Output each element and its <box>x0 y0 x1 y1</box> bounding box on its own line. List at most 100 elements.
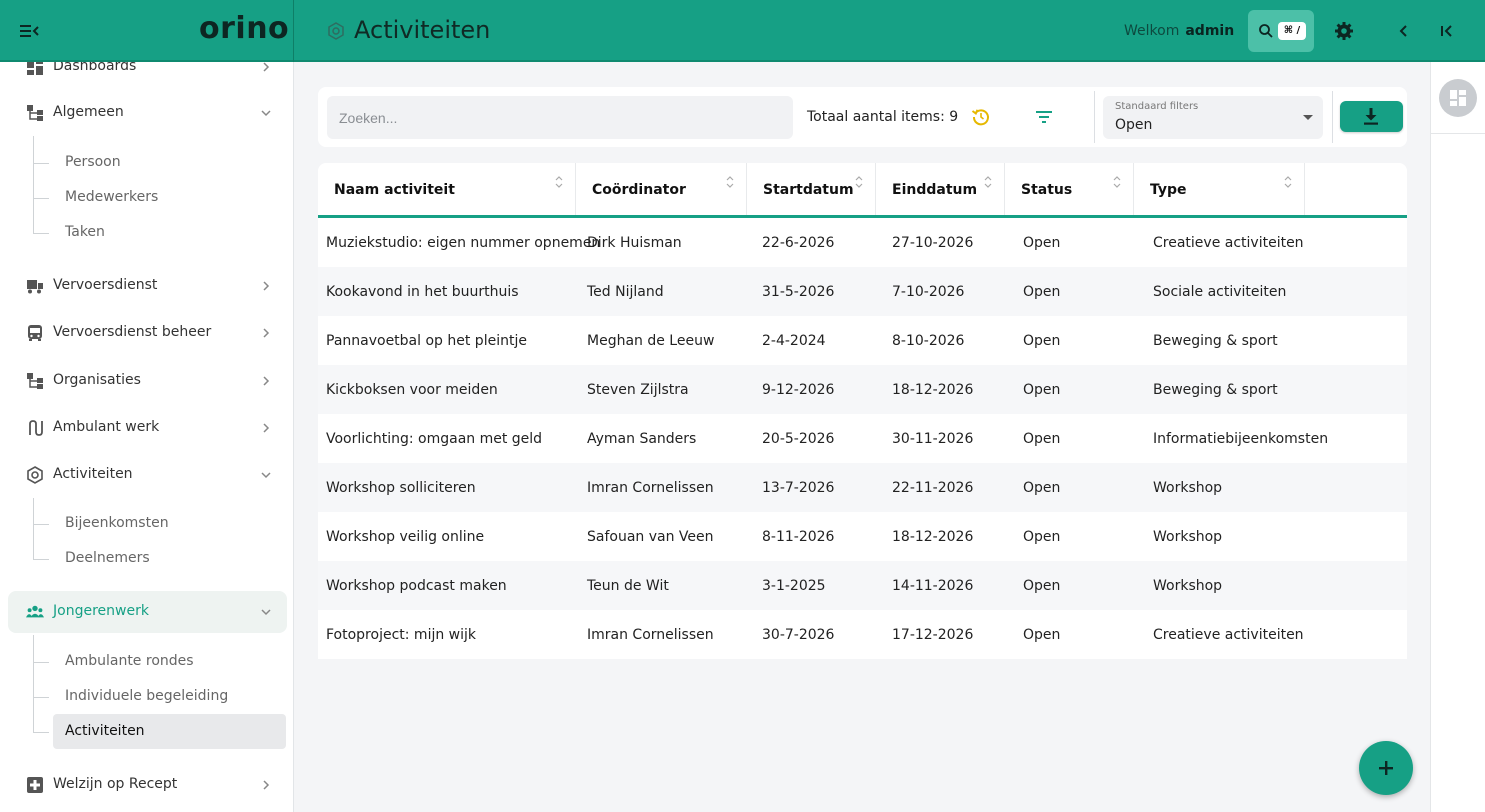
filter-icon[interactable] <box>1035 109 1053 125</box>
column-header-coordinator[interactable]: Coördinator <box>576 163 747 215</box>
sidebar-subitem-activiteiten[interactable]: Activiteiten <box>53 714 286 749</box>
cell-startdatum: 30-7-2026 <box>762 627 835 643</box>
sidebar-subitem-individuele-begeleiding[interactable]: Individuele begeleiding <box>53 679 286 714</box>
table-row[interactable]: Workshop veilig online Safouan van Veen … <box>318 512 1407 561</box>
sort-icon[interactable] <box>1284 175 1292 189</box>
table-row[interactable]: Kookavond in het buurthuis Ted Nijland 3… <box>318 267 1407 316</box>
column-header-label: Startdatum <box>763 182 854 198</box>
column-header-einddatum[interactable]: Einddatum <box>876 163 1005 215</box>
sidebar-subitem-taken[interactable]: Taken <box>53 215 286 250</box>
table-row[interactable]: Workshop podcast maken Teun de Wit 3-1-2… <box>318 561 1407 610</box>
collapse-panel-icon[interactable] <box>1439 23 1455 39</box>
export-button[interactable] <box>1340 101 1403 132</box>
cell-startdatum: 8-11-2026 <box>762 529 835 545</box>
table-row[interactable]: Fotoproject: mijn wijk Imran Cornelissen… <box>318 610 1407 659</box>
cell-naam: Muziekstudio: eigen nummer opnemen <box>326 235 601 251</box>
route-icon <box>29 420 43 436</box>
chevron-down-icon <box>261 110 271 117</box>
cell-type: Creatieve activiteiten <box>1153 627 1304 643</box>
chevron-right-icon <box>263 423 270 433</box>
dropdown-arrow-icon <box>1303 115 1313 120</box>
column-header-label: Einddatum <box>892 182 978 198</box>
sidebar-item-vervoersdienst-beheer[interactable]: Vervoersdienst beheer <box>8 312 287 354</box>
sort-icon[interactable] <box>555 175 563 189</box>
search-input[interactable] <box>327 96 793 139</box>
sort-icon[interactable] <box>1113 175 1121 189</box>
sidebar-item-ambulant-werk[interactable]: Ambulant werk <box>8 407 287 449</box>
sort-icon[interactable] <box>726 175 734 189</box>
tree-line <box>33 198 49 199</box>
sidebar-subitem-label: Bijeenkomsten <box>65 515 169 531</box>
global-search-button[interactable]: ⌘ / <box>1248 10 1314 52</box>
cell-coordinator: Dirk Huisman <box>587 235 682 251</box>
brand-area: orino <box>0 0 294 62</box>
sidebar-item-welzijn-op-recept[interactable]: Welzijn op Recept <box>8 764 287 806</box>
sidebar-subitem-medewerkers[interactable]: Medewerkers <box>53 180 286 215</box>
column-header-naam-activiteit[interactable]: Naam activiteit <box>318 163 576 215</box>
sidebar-item-label: Activiteiten <box>53 466 133 482</box>
app-logo[interactable]: orino <box>199 11 289 46</box>
cell-naam: Fotoproject: mijn wijk <box>326 627 477 643</box>
sidebar-subitem-persoon[interactable]: Persoon <box>53 145 286 180</box>
cell-naam: Pannavoetbal op het pleintje <box>326 333 527 349</box>
activities-table: Naam activiteit Coördinator Startdatum E… <box>318 163 1407 660</box>
gear-icon[interactable] <box>1334 21 1354 41</box>
tree-line <box>33 233 49 234</box>
cell-type: Beweging & sport <box>1153 333 1278 349</box>
tree-line <box>33 559 49 560</box>
chevron-right-icon <box>263 62 270 72</box>
total-items-count: Totaal aantal items: 9 <box>807 109 959 125</box>
tree-line <box>33 697 49 698</box>
hierarchy-icon <box>27 105 43 121</box>
sidebar-item-dashboards[interactable]: Dashboards <box>8 62 287 88</box>
column-header-type[interactable]: Type <box>1134 163 1305 215</box>
table-row[interactable]: Workshop solliciteren Imran Cornelissen … <box>318 463 1407 512</box>
sidebar-subitem-ambulante-rondes[interactable]: Ambulante rondes <box>53 644 286 679</box>
sidebar-item-jongerenwerk[interactable]: Jongerenwerk <box>8 591 287 633</box>
table-row[interactable]: Voorlichting: omgaan met geld Ayman Sand… <box>318 414 1407 463</box>
widgets-button[interactable] <box>1439 79 1477 117</box>
sidebar-item-vervoersdienst[interactable]: Vervoersdienst <box>8 265 287 307</box>
plus-icon <box>1379 761 1393 775</box>
column-header-status[interactable]: Status <box>1005 163 1134 215</box>
sidebar-subitem-label: Persoon <box>65 154 121 170</box>
standard-filters-caption: Standaard filters <box>1115 101 1199 112</box>
cell-type: Workshop <box>1153 529 1223 545</box>
cell-einddatum: 8-10-2026 <box>892 333 965 349</box>
sidebar-item-label: Ambulant werk <box>53 419 160 435</box>
sidebar-subitem-label: Activiteiten <box>65 723 145 739</box>
chevron-right-icon <box>263 376 270 386</box>
tree-line <box>33 635 49 732</box>
hierarchy-icon <box>27 373 43 389</box>
sidebar-item-organisaties[interactable]: Organisaties <box>8 360 287 402</box>
activity-icon <box>328 22 344 40</box>
cell-einddatum: 18-12-2026 <box>892 382 974 398</box>
sort-icon[interactable] <box>855 175 863 189</box>
chevron-left-icon[interactable] <box>1396 23 1412 39</box>
column-header-startdatum[interactable]: Startdatum <box>747 163 876 215</box>
sidebar-item-label: Vervoersdienst <box>53 277 158 293</box>
sidebar-subitem-label: Medewerkers <box>65 189 159 205</box>
cell-status: Open <box>1023 480 1061 496</box>
table-row[interactable]: Muziekstudio: eigen nummer opnemen Dirk … <box>318 218 1407 267</box>
sidebar-item-label: Welzijn op Recept <box>53 776 178 792</box>
table-row[interactable]: Pannavoetbal op het pleintje Meghan de L… <box>318 316 1407 365</box>
collapse-menu-icon[interactable] <box>20 22 40 40</box>
sidebar-subitem-deelnemers[interactable]: Deelnemers <box>53 541 286 576</box>
cell-einddatum: 7-10-2026 <box>892 284 965 300</box>
table-row[interactable]: Kickboksen voor meiden Steven Zijlstra 9… <box>318 365 1407 414</box>
sidebar-subitem-bijeenkomsten[interactable]: Bijeenkomsten <box>53 506 286 541</box>
add-button[interactable] <box>1359 741 1413 795</box>
cell-status: Open <box>1023 284 1061 300</box>
tree-line <box>33 524 49 525</box>
search-icon <box>1259 24 1273 38</box>
sidebar-item-algemeen[interactable]: Algemeen <box>8 92 287 134</box>
standard-filters-select[interactable]: Standaard filters Open <box>1103 96 1323 139</box>
sort-icon[interactable] <box>984 175 992 189</box>
cell-status: Open <box>1023 382 1061 398</box>
bus-icon <box>28 325 42 341</box>
keyboard-shortcut-badge: ⌘ / <box>1278 22 1306 40</box>
reset-icon[interactable] <box>971 107 991 127</box>
sidebar-subitem-label: Individuele begeleiding <box>65 688 229 704</box>
sidebar-item-activiteiten[interactable]: Activiteiten <box>8 454 287 496</box>
